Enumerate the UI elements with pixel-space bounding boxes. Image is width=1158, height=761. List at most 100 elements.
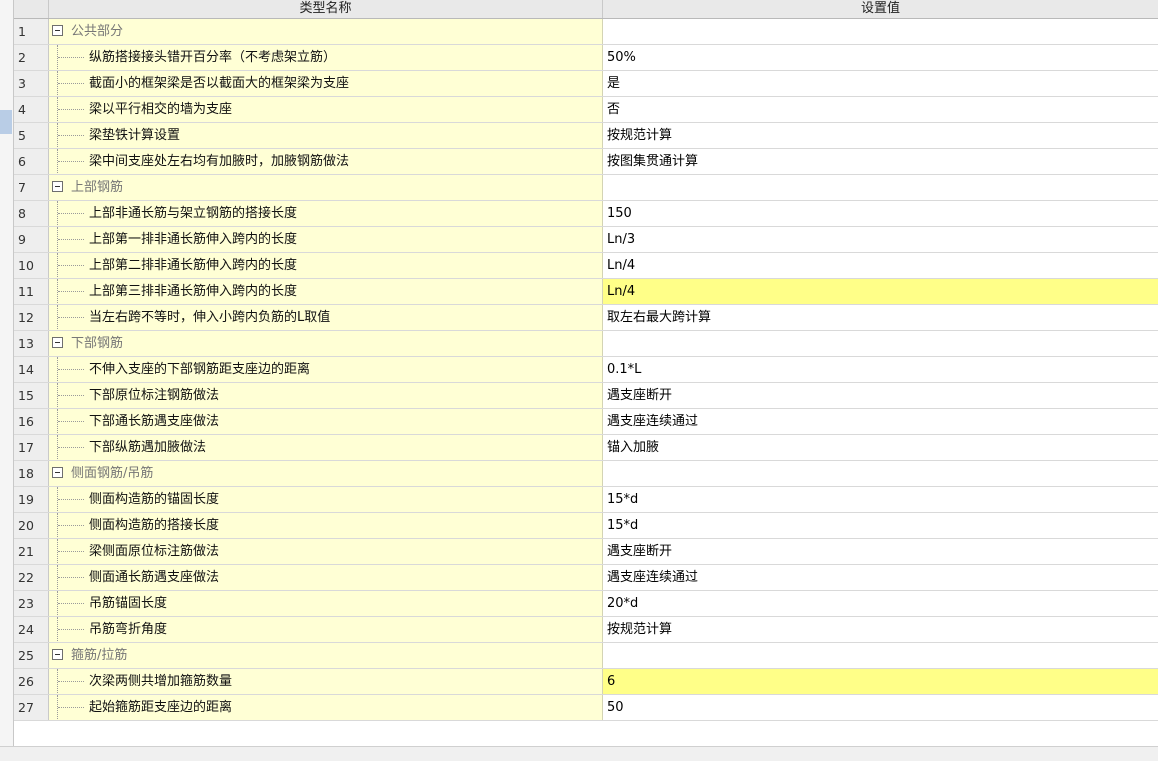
table-row[interactable]: 3 截面小的框架梁是否以截面大的框架梁为支座 是 <box>14 71 1158 97</box>
collapse-toggle-icon[interactable] <box>52 25 63 36</box>
table-row[interactable]: 5 梁垫铁计算设置 按规范计算 <box>14 123 1158 149</box>
row-number: 18 <box>14 461 49 486</box>
setting-label: 纵筋搭接接头错开百分率（不考虑架立筋） <box>89 50 337 65</box>
tree-connector-branch <box>58 291 84 292</box>
setting-value-cell[interactable]: 遇支座断开 <box>603 383 1158 408</box>
table-row[interactable]: 24 吊筋弯折角度 按规范计算 <box>14 617 1158 643</box>
setting-label: 截面小的框架梁是否以截面大的框架梁为支座 <box>89 76 350 91</box>
setting-value-cell[interactable]: Ln/4 <box>603 253 1158 278</box>
row-number: 3 <box>14 71 49 96</box>
row-number: 9 <box>14 227 49 252</box>
tree-connector-branch <box>58 447 84 448</box>
setting-value-cell[interactable]: 取左右最大跨计算 <box>603 305 1158 330</box>
name-cell: 吊筋弯折角度 <box>49 617 603 642</box>
table-row[interactable]: 12 当左右跨不等时，伸入小跨内负筋的L取值 取左右最大跨计算 <box>14 305 1158 331</box>
table-row[interactable]: 14 不伸入支座的下部钢筋距支座边的距离 0.1*L <box>14 357 1158 383</box>
setting-value-cell[interactable]: 6 <box>603 669 1158 694</box>
tree-connector-branch <box>58 135 84 136</box>
setting-value-cell[interactable]: 50 <box>603 695 1158 720</box>
name-cell: 箍筋/拉筋 <box>49 643 603 668</box>
setting-value-cell[interactable]: 是 <box>603 71 1158 96</box>
setting-value-cell[interactable]: Ln/3 <box>603 227 1158 252</box>
value-column-header[interactable]: 设置值 <box>603 0 1158 18</box>
table-row[interactable]: 11 上部第三排非通长筋伸入跨内的长度 Ln/4 <box>14 279 1158 305</box>
setting-value-cell[interactable]: 遇支座连续通过 <box>603 409 1158 434</box>
setting-value-cell[interactable]: 150 <box>603 201 1158 226</box>
setting-label: 下部通长筋遇支座做法 <box>89 414 220 429</box>
collapse-toggle-icon[interactable] <box>52 337 63 348</box>
setting-value-cell[interactable]: Ln/4 <box>603 279 1158 304</box>
collapse-toggle-icon[interactable] <box>52 649 63 660</box>
setting-value-cell[interactable]: 遇支座连续通过 <box>603 565 1158 590</box>
setting-value-cell[interactable]: 否 <box>603 97 1158 122</box>
row-number: 1 <box>14 19 49 44</box>
setting-label: 梁以平行相交的墙为支座 <box>89 102 233 117</box>
name-cell: 侧面通长筋遇支座做法 <box>49 565 603 590</box>
group-row[interactable]: 7 上部钢筋 <box>14 175 1158 201</box>
setting-value-cell[interactable]: 按规范计算 <box>603 123 1158 148</box>
setting-value-cell[interactable]: 按图集贯通计算 <box>603 149 1158 174</box>
row-number: 7 <box>14 175 49 200</box>
row-number: 4 <box>14 97 49 122</box>
settings-grid: 类型名称 设置值 1 公共部分 2 纵筋搭接接头错开百分率（不考虑架立筋） 50% 3 截面… <box>14 0 1158 746</box>
table-row[interactable]: 20 侧面构造筋的搭接长度 15*d <box>14 513 1158 539</box>
setting-value-cell[interactable]: 锚入加腋 <box>603 435 1158 460</box>
row-number: 19 <box>14 487 49 512</box>
row-number: 15 <box>14 383 49 408</box>
row-number: 2 <box>14 45 49 70</box>
setting-label: 梁中间支座处左右均有加腋时，加腋钢筋做法 <box>89 154 350 169</box>
table-row[interactable]: 19 侧面构造筋的锚固长度 15*d <box>14 487 1158 513</box>
tree-connector-branch <box>58 109 84 110</box>
row-number: 11 <box>14 279 49 304</box>
table-row[interactable]: 16 下部通长筋遇支座做法 遇支座连续通过 <box>14 409 1158 435</box>
setting-label: 侧面通长筋遇支座做法 <box>89 570 220 585</box>
setting-label: 上部第三排非通长筋伸入跨内的长度 <box>89 284 298 299</box>
table-row[interactable]: 8 上部非通长筋与架立钢筋的搭接长度 150 <box>14 201 1158 227</box>
table-row[interactable]: 10 上部第二排非通长筋伸入跨内的长度 Ln/4 <box>14 253 1158 279</box>
tree-connector-branch <box>58 83 84 84</box>
setting-value-cell[interactable]: 15*d <box>603 487 1158 512</box>
left-panel-edge[interactable] <box>0 0 14 746</box>
group-value-cell <box>603 331 1158 356</box>
table-row[interactable]: 2 纵筋搭接接头错开百分率（不考虑架立筋） 50% <box>14 45 1158 71</box>
table-row[interactable]: 23 吊筋锚固长度 20*d <box>14 591 1158 617</box>
group-row[interactable]: 25 箍筋/拉筋 <box>14 643 1158 669</box>
table-row[interactable]: 21 梁侧面原位标注筋做法 遇支座断开 <box>14 539 1158 565</box>
setting-label: 起始箍筋距支座边的距离 <box>89 700 233 715</box>
settings-window: 类型名称 设置值 1 公共部分 2 纵筋搭接接头错开百分率（不考虑架立筋） 50% 3 截面… <box>0 0 1158 761</box>
setting-label: 侧面构造筋的锚固长度 <box>89 492 220 507</box>
row-number: 27 <box>14 695 49 720</box>
table-row[interactable]: 22 侧面通长筋遇支座做法 遇支座连续通过 <box>14 565 1158 591</box>
setting-value-cell[interactable]: 遇支座断开 <box>603 539 1158 564</box>
bottom-status-bar <box>0 746 1158 761</box>
row-number: 20 <box>14 513 49 538</box>
collapse-toggle-icon[interactable] <box>52 467 63 478</box>
name-cell: 公共部分 <box>49 19 603 44</box>
table-row[interactable]: 26 次梁两侧共增加箍筋数量 6 <box>14 669 1158 695</box>
setting-value-cell[interactable]: 按规范计算 <box>603 617 1158 642</box>
table-row[interactable]: 17 下部纵筋遇加腋做法 锚入加腋 <box>14 435 1158 461</box>
group-row[interactable]: 1 公共部分 <box>14 19 1158 45</box>
setting-value-cell[interactable]: 50% <box>603 45 1158 70</box>
group-value-cell <box>603 19 1158 44</box>
setting-value-cell[interactable]: 20*d <box>603 591 1158 616</box>
tree-connector-branch <box>58 57 84 58</box>
name-column-header[interactable]: 类型名称 <box>49 0 603 18</box>
row-number: 10 <box>14 253 49 278</box>
collapse-toggle-icon[interactable] <box>52 181 63 192</box>
table-row[interactable]: 4 梁以平行相交的墙为支座 否 <box>14 97 1158 123</box>
group-row[interactable]: 13 下部钢筋 <box>14 331 1158 357</box>
setting-value-cell[interactable]: 0.1*L <box>603 357 1158 382</box>
row-number: 24 <box>14 617 49 642</box>
tree-connector-branch <box>58 317 84 318</box>
group-label: 箍筋/拉筋 <box>71 648 128 663</box>
table-row[interactable]: 9 上部第一排非通长筋伸入跨内的长度 Ln/3 <box>14 227 1158 253</box>
setting-label: 上部第一排非通长筋伸入跨内的长度 <box>89 232 298 247</box>
setting-value-cell[interactable]: 15*d <box>603 513 1158 538</box>
group-row[interactable]: 18 侧面钢筋/吊筋 <box>14 461 1158 487</box>
table-row[interactable]: 6 梁中间支座处左右均有加腋时，加腋钢筋做法 按图集贯通计算 <box>14 149 1158 175</box>
name-cell: 侧面钢筋/吊筋 <box>49 461 603 486</box>
table-row[interactable]: 15 下部原位标注钢筋做法 遇支座断开 <box>14 383 1158 409</box>
row-number: 12 <box>14 305 49 330</box>
table-row[interactable]: 27 起始箍筋距支座边的距离 50 <box>14 695 1158 721</box>
